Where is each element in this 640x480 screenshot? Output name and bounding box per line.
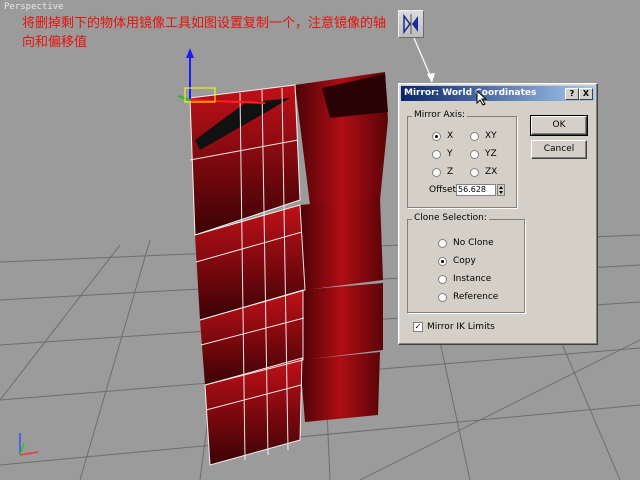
close-button[interactable]: X <box>579 88 593 100</box>
selected-object <box>189 84 306 466</box>
no-clone-radio[interactable]: No Clone <box>438 238 494 248</box>
axis-y-label: Y <box>447 149 453 159</box>
radio-dot <box>470 131 479 141</box>
radio-dot <box>438 238 447 248</box>
axis-z-label: Z <box>447 167 454 177</box>
axis-yz-radio[interactable]: YZ <box>470 149 497 159</box>
mouse-cursor-icon <box>476 90 488 106</box>
copy-radio[interactable]: Copy <box>438 256 476 266</box>
mirror-ik-label: Mirror IK Limits <box>427 322 495 332</box>
instance-radio[interactable]: Instance <box>438 274 491 284</box>
clone-selection-label: Clone Selection: <box>412 213 489 223</box>
radio-dot <box>432 149 441 159</box>
axis-xy-label: XY <box>485 131 497 141</box>
offset-label: Offset: <box>429 185 460 195</box>
ok-button[interactable]: OK <box>530 115 588 136</box>
checkbox-box: ✓ <box>413 322 423 332</box>
axis-yz-label: YZ <box>485 149 497 159</box>
axis-triad-icon <box>19 433 39 456</box>
clone-selection-group: Clone Selection: No Clone Copy Instance … <box>407 213 525 313</box>
axis-z-radio[interactable]: Z <box>432 167 453 177</box>
mirror-axis-label: Mirror Axis: <box>412 110 468 120</box>
mirror-tool-icon <box>403 13 418 35</box>
axis-zx-label: ZX <box>485 167 498 177</box>
mirrored-object <box>295 72 388 422</box>
radio-dot <box>438 256 447 266</box>
axis-zx-radio[interactable]: ZX <box>470 167 497 177</box>
instruction-text: 将删掉剩下的物体用镜像工具如图设置复制一个，注意镜像的轴向和偏移值 <box>22 16 387 50</box>
no-clone-label: No Clone <box>453 238 494 248</box>
mirror-tool-button[interactable] <box>398 10 424 38</box>
axis-x-radio[interactable]: X <box>432 131 453 141</box>
mirror-ik-checkbox[interactable]: ✓ Mirror IK Limits <box>413 322 495 332</box>
radio-dot <box>432 131 441 141</box>
cancel-button[interactable]: Cancel <box>531 140 587 159</box>
radio-dot <box>470 167 479 177</box>
dialog-titlebar[interactable]: Mirror: World Coordinates ? X <box>401 86 595 101</box>
axis-xy-radio[interactable]: XY <box>470 131 497 141</box>
instance-label: Instance <box>453 274 492 284</box>
radio-dot <box>470 149 479 159</box>
offset-field[interactable]: 56.628 <box>456 184 496 196</box>
radio-dot <box>432 167 441 177</box>
help-button[interactable]: ? <box>565 88 579 100</box>
spinner-arrows-icon <box>499 186 503 194</box>
axis-x-label: X <box>447 131 454 141</box>
offset-spinner[interactable] <box>497 184 505 196</box>
dialog-title: Mirror: World Coordinates <box>404 88 537 98</box>
reference-label: Reference <box>453 292 499 302</box>
radio-dot <box>438 274 447 284</box>
radio-dot <box>438 292 447 302</box>
axis-y-radio[interactable]: Y <box>432 149 453 159</box>
reference-radio[interactable]: Reference <box>438 292 498 302</box>
mirror-dialog: Mirror: World Coordinates ? X Mirror Axi… <box>398 83 598 345</box>
viewport-label: Perspective <box>4 2 64 12</box>
copy-label: Copy <box>453 256 476 266</box>
